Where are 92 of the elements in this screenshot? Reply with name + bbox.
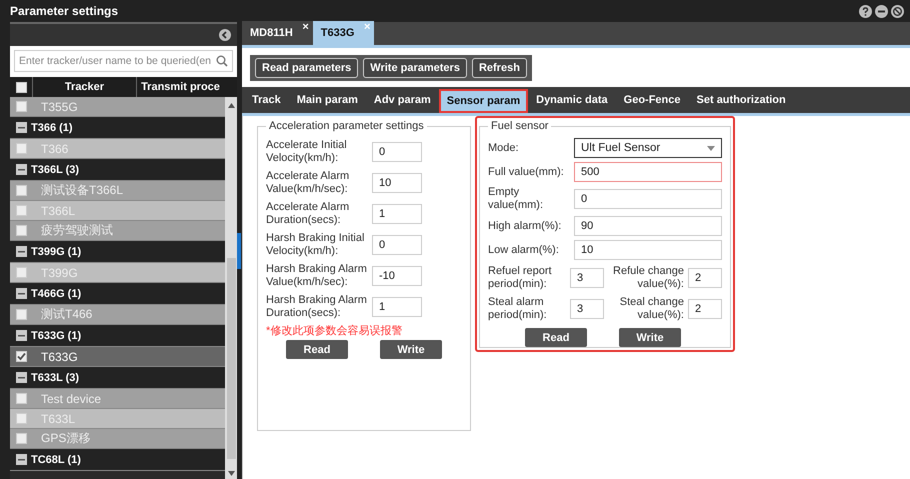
collapse-icon[interactable] — [16, 372, 27, 383]
field-label: Mode: — [488, 142, 520, 154]
close-icon[interactable]: × — [302, 22, 309, 33]
nav-tab[interactable]: Geo-Fence — [616, 87, 689, 113]
field-label: Harsh Braking Alarm Duration(secs): — [266, 294, 368, 320]
action-button[interactable]: Read — [286, 340, 348, 359]
group-row[interactable]: T466G (1) — [10, 283, 225, 305]
nav-tab[interactable]: Sensor param — [438, 89, 528, 113]
group-row[interactable]: T366L (3) — [10, 159, 225, 181]
group-name: T366 (1) — [31, 122, 73, 134]
tracker-name: 测试T466 — [41, 306, 92, 323]
nav-tab[interactable]: Main param — [288, 87, 366, 113]
window-title: Parameter settings — [10, 4, 118, 18]
panel-title: Acceleration parameter settings — [268, 120, 425, 132]
scroll-down-icon[interactable] — [228, 471, 234, 476]
checkbox[interactable] — [16, 351, 27, 362]
input-field[interactable]: -10 — [372, 266, 422, 286]
collapse-icon[interactable] — [16, 454, 27, 465]
group-name: T633G (1) — [31, 330, 82, 342]
close-icon[interactable] — [891, 4, 904, 18]
group-name: TC68L (1) — [31, 454, 81, 466]
input-field[interactable]: 0 — [574, 189, 722, 209]
field-label: Low alarm(%): — [488, 244, 560, 256]
action-button[interactable]: Write — [619, 328, 681, 347]
collapse-icon[interactable] — [16, 288, 27, 299]
tracker-name: 测试设备T366L — [41, 182, 124, 199]
group-row[interactable]: T633L (3) — [10, 367, 225, 389]
device-tab[interactable]: T633G × — [312, 21, 374, 45]
field-label: Steal change value(%): — [618, 296, 685, 322]
help-icon[interactable] — [859, 4, 872, 18]
group-row[interactable]: T366 (1) — [10, 117, 225, 139]
collapse-icon[interactable] — [16, 330, 27, 341]
group-name: T466G (1) — [31, 288, 82, 300]
search-field[interactable]: Enter tracker/user name to be queried(en — [14, 50, 233, 72]
toolbar-button[interactable]: Write parameters — [363, 58, 467, 78]
warning-text: *修改此项参数会容易误报警 — [266, 324, 404, 338]
field-label: Accelerate Initial Velocity(km/h): — [266, 139, 348, 165]
group-row[interactable]: TC68L (1) — [10, 449, 225, 471]
nav-tab[interactable]: Track — [244, 87, 289, 113]
search-icon[interactable] — [216, 55, 228, 67]
input-field[interactable]: 10 — [574, 240, 722, 260]
field-label: Full value(mm): — [488, 166, 565, 178]
input-field[interactable]: 0 — [372, 235, 422, 255]
input-field[interactable]: 90 — [574, 216, 722, 236]
input-field[interactable]: 500 — [574, 162, 722, 182]
field-label: Refule change value(%): — [612, 265, 685, 291]
group-name: T633L (3) — [31, 372, 80, 384]
field-label: Steal alarm period(min): — [488, 296, 548, 322]
input-field[interactable]: 0 — [372, 142, 422, 162]
caret-icon — [707, 146, 715, 150]
collapse-icon[interactable] — [16, 164, 27, 175]
input-field[interactable]: 1 — [372, 297, 422, 317]
action-button[interactable]: Write — [380, 340, 442, 359]
group-name: T399G (1) — [31, 246, 82, 258]
group-row[interactable]: T633G (1) — [10, 325, 225, 347]
field-label: Empty value(mm): — [488, 186, 544, 212]
mode-dropdown[interactable]: Ult Fuel Sensor — [574, 138, 722, 158]
field-label: High alarm(%): — [488, 220, 562, 232]
tracker-row[interactable]: T633G — [10, 347, 225, 367]
input-field[interactable]: 2 — [688, 268, 722, 288]
field-label: Accelerate Alarm Duration(secs): — [266, 201, 350, 227]
collapse-icon[interactable] — [219, 29, 231, 41]
field-label: Harsh Braking Initial Velocity(km/h): — [266, 232, 366, 258]
collapse-icon[interactable] — [16, 122, 27, 133]
tracker-name: T355G — [41, 100, 78, 114]
group-name: T366L (3) — [31, 164, 80, 176]
group-row[interactable]: T399G (1) — [10, 241, 225, 263]
field-label: Harsh Braking Alarm Value(km/h/sec): — [266, 263, 368, 289]
scrollbar[interactable] — [225, 97, 237, 479]
input-field[interactable]: 1 — [372, 204, 422, 224]
scroll-up-icon[interactable] — [228, 103, 234, 108]
select-all-checkbox[interactable] — [16, 82, 26, 92]
toolbar-button[interactable]: Refresh — [472, 58, 527, 78]
tracker-name: T633G — [41, 350, 78, 364]
nav-tab[interactable]: Adv param — [366, 87, 439, 113]
tracker-name: Test device — [41, 392, 102, 406]
collapse-icon[interactable] — [16, 246, 27, 257]
input-field[interactable]: 3 — [570, 299, 604, 319]
nav-tab[interactable]: Dynamic data — [528, 87, 616, 113]
tracker-name: 疲劳驾驶测试 — [41, 222, 113, 239]
tracker-name: GPS漂移 — [41, 430, 90, 447]
nav-tab[interactable]: Set authorization — [688, 87, 794, 113]
splitter-handle[interactable] — [237, 232, 241, 268]
field-label: Refuel report period(min): — [488, 265, 553, 291]
panel-title: Fuel sensor — [490, 120, 550, 132]
action-button[interactable]: Read — [525, 328, 587, 347]
minimize-icon[interactable] — [875, 4, 888, 18]
field-label: Accelerate Alarm Value(km/h/sec): — [266, 170, 350, 196]
input-field[interactable]: 10 — [372, 173, 422, 193]
toolbar-button[interactable]: Read parameters — [255, 58, 358, 78]
input-field[interactable]: 2 — [688, 299, 722, 319]
input-field[interactable]: 3 — [570, 268, 604, 288]
